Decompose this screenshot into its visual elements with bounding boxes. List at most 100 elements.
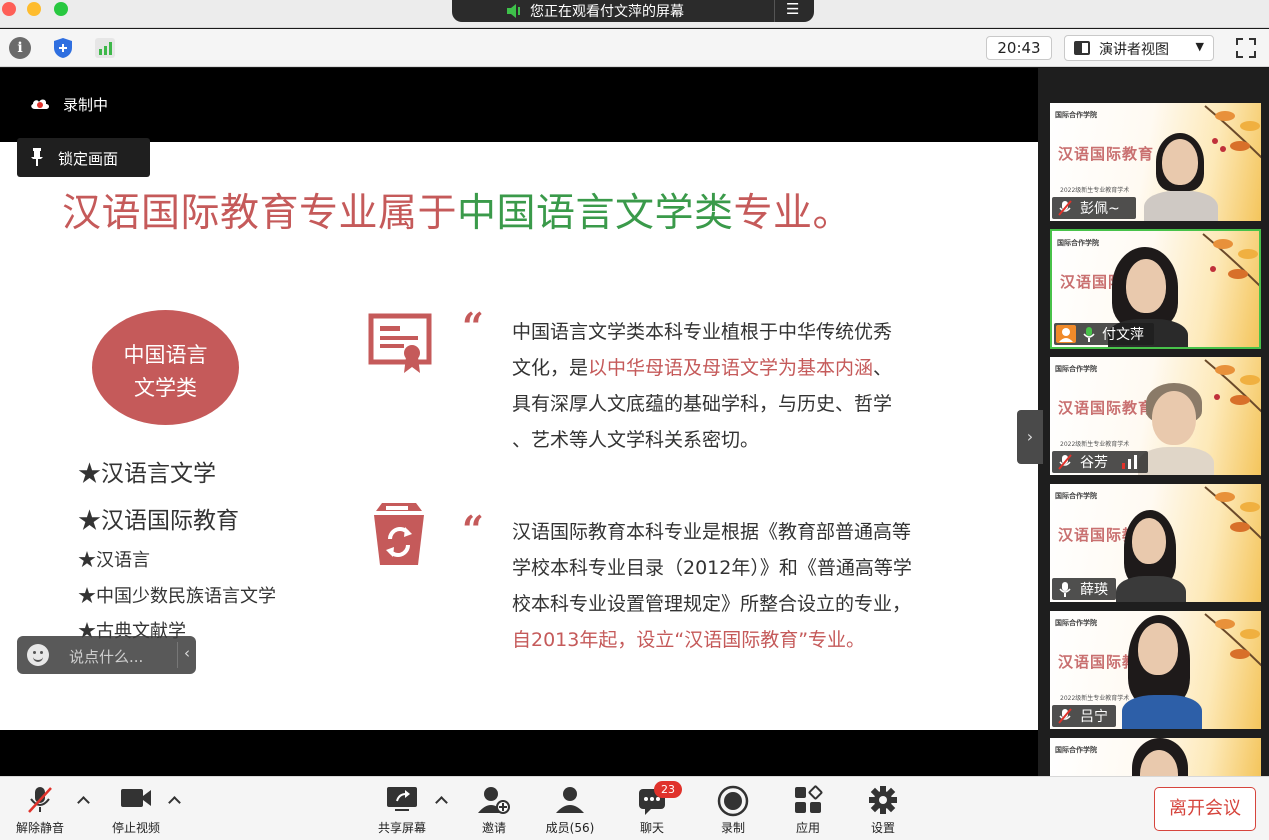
leaves-decoration (1202, 233, 1259, 287)
mic-muted-icon (1058, 200, 1072, 216)
tile-school-label: 国际合作学院 (1055, 746, 1097, 754)
view-mode-dropdown[interactable]: 演讲者视图 ▼ (1064, 35, 1214, 61)
slide-title-part3: 专业。 (733, 191, 853, 236)
tile-subtitle: 2022级新生专业教育学术 (1060, 441, 1130, 448)
chevron-down-icon: ▼ (1195, 40, 1204, 53)
para1-line: 中国语言文学类本科专业植根于中华传统优秀 (512, 321, 893, 343)
leave-meeting-button[interactable]: 离开会议 (1154, 787, 1256, 831)
apps-grid-icon (795, 785, 823, 813)
participant-video (1122, 613, 1208, 729)
participant-name: 付文萍 (1102, 327, 1144, 343)
mic-muted-icon (1058, 454, 1072, 470)
tile-school-label: 国际合作学院 (1055, 365, 1097, 373)
category-line2: 文学类 (134, 376, 197, 400)
speaker-view-icon (1074, 41, 1090, 55)
major-item: ★汉语言文学 (78, 461, 216, 487)
participant-video (1116, 498, 1202, 602)
signal-strength-icon[interactable] (94, 37, 116, 59)
video-tile[interactable]: 国际合作学院 汉语国际教育 薛瑛 (1050, 484, 1261, 602)
cloud-record-icon (31, 99, 49, 109)
para1-line2a: 文化，是 (512, 357, 589, 379)
meeting-controls: 解除静音 停止视频 共享屏幕 邀请 成员(56) 聊天 23 录制 应用 设置 … (0, 776, 1269, 840)
quick-chat-input[interactable]: 说点什么... ‹ (17, 636, 196, 674)
quote-mark: “ (462, 507, 484, 552)
recycle-document-icon (374, 503, 424, 565)
tile-school-label: 国际合作学院 (1055, 111, 1097, 119)
lock-view-label: 锁定画面 (58, 150, 119, 168)
participant-name: 彭佩~ (1080, 201, 1120, 217)
screen-share-banner[interactable]: 您正在观看付文萍的屏幕 ☰ (452, 0, 814, 22)
participant-video (1142, 109, 1228, 221)
participant-video (1122, 738, 1208, 776)
host-avatar-icon (1056, 325, 1076, 343)
add-user-icon (478, 787, 510, 814)
collapse-gallery-handle[interactable]: › (1017, 410, 1043, 464)
speaker-icon (507, 4, 520, 18)
para2-highlight: 自2013年起，设立“汉语国际教育”专业。 (512, 629, 866, 651)
certificate-icon (368, 313, 432, 373)
tile-title: 汉语国际教育 (1058, 145, 1155, 163)
window-minimize-button[interactable] (27, 2, 41, 16)
para1-line: 、艺术等人文学科关系密切。 (512, 429, 760, 451)
participant-namebar: 谷芳 (1052, 451, 1148, 473)
major-item: ★汉语国际教育 (78, 508, 239, 534)
fullscreen-icon[interactable] (1236, 38, 1256, 58)
quote-mark: “ (462, 304, 484, 349)
tile-subtitle: 2022级新生专业教育学术 (1060, 187, 1130, 194)
video-camera-icon (121, 789, 151, 807)
shield-icon[interactable] (52, 37, 74, 59)
top-toolbar: i 20:43 演讲者视图 ▼ (0, 29, 1269, 67)
mic-active-icon (1083, 327, 1095, 342)
para2-line: 学校本科专业目录（2012年）》和《普通高等学 (512, 557, 912, 579)
major-item: ★中国少数民族语言文学 (78, 586, 276, 607)
meeting-window: 您正在观看付文萍的屏幕 ☰ i 20:43 演讲者视图 ▼ 录制中 汉语国际教育… (0, 0, 1269, 840)
participants-label: 成员(56) (545, 821, 595, 835)
paragraph-2: 汉语国际教育本科专业是根据《教育部普通高等 学校本科专业目录（2012年）》和《… (512, 514, 982, 658)
mic-muted-icon (1058, 708, 1072, 724)
video-tile[interactable]: 国际合作学院 汉语国际教育 2022级新生专业教育学术 吕宁 (1050, 611, 1261, 729)
emoji-icon[interactable] (27, 644, 49, 666)
participant-namebar: 付文萍 (1054, 323, 1154, 345)
leaves-decoration (1204, 486, 1261, 540)
window-maximize-button[interactable] (54, 2, 68, 16)
view-mode-label: 演讲者视图 (1099, 42, 1169, 58)
para2-line: 汉语国际教育本科专业是根据《教育部普通高等 (512, 521, 912, 543)
participant-namebar: 薛瑛 (1052, 578, 1116, 600)
chat-label: 聊天 (639, 821, 664, 835)
share-screen-label: 共享屏幕 (377, 821, 426, 835)
apps-label: 应用 (795, 821, 820, 835)
video-tile-active-speaker[interactable]: 国际合作学院 汉语国际教育 付文萍 (1050, 229, 1261, 349)
category-bubble: 中国语言 文学类 (92, 310, 239, 425)
pin-icon (31, 148, 43, 166)
chevron-left-icon[interactable]: ‹ (184, 644, 190, 662)
para1-line2c: 、 (873, 357, 893, 379)
chat-divider (177, 642, 178, 668)
stop-video-label: 停止视频 (111, 821, 160, 835)
settings-label: 设置 (870, 821, 895, 835)
paragraph-1: 中国语言文学类本科专业植根于中华传统优秀 文化，是以中华母语及母语文学为基本内涵… (512, 314, 962, 458)
participant-namebar: 吕宁 (1052, 705, 1116, 727)
banner-menu-icon[interactable]: ☰ (786, 0, 799, 18)
lock-view-button[interactable]: 锁定画面 (17, 138, 150, 177)
window-close-button[interactable] (2, 2, 16, 16)
slide-title-highlight: 中国语言文学类 (457, 191, 734, 236)
record-label: 录制 (720, 821, 745, 835)
mic-icon (1059, 582, 1071, 597)
video-tile[interactable]: 国际合作学院 (1050, 738, 1261, 776)
chat-placeholder: 说点什么... (69, 648, 144, 666)
share-options-chevron-icon[interactable] (435, 796, 448, 809)
participant-name: 谷芳 (1080, 455, 1108, 471)
major-item: ★汉语言 (78, 550, 150, 571)
video-options-chevron-icon[interactable] (168, 796, 181, 809)
info-icon[interactable]: i (9, 37, 31, 59)
slide-title-part1: 汉语国际教育专业属于 (62, 191, 458, 236)
meeting-timer: 20:43 (986, 36, 1052, 60)
banner-divider (774, 0, 775, 22)
chat-unread-badge: 23 (654, 781, 682, 798)
video-tile[interactable]: 国际合作学院 汉语国际教育 2022级新生专业教育学术 谷芳 (1050, 357, 1261, 475)
participant-name: 薛瑛 (1080, 582, 1108, 598)
video-tile[interactable]: 国际合作学院 汉语国际教育 2022级新生专业教育学术 彭佩~ (1050, 103, 1261, 221)
participant-name: 吕宁 (1080, 709, 1108, 725)
audio-options-chevron-icon[interactable] (77, 796, 90, 809)
para2-line: 校本科专业设置管理规定》所整合设立的专业， (512, 593, 912, 615)
